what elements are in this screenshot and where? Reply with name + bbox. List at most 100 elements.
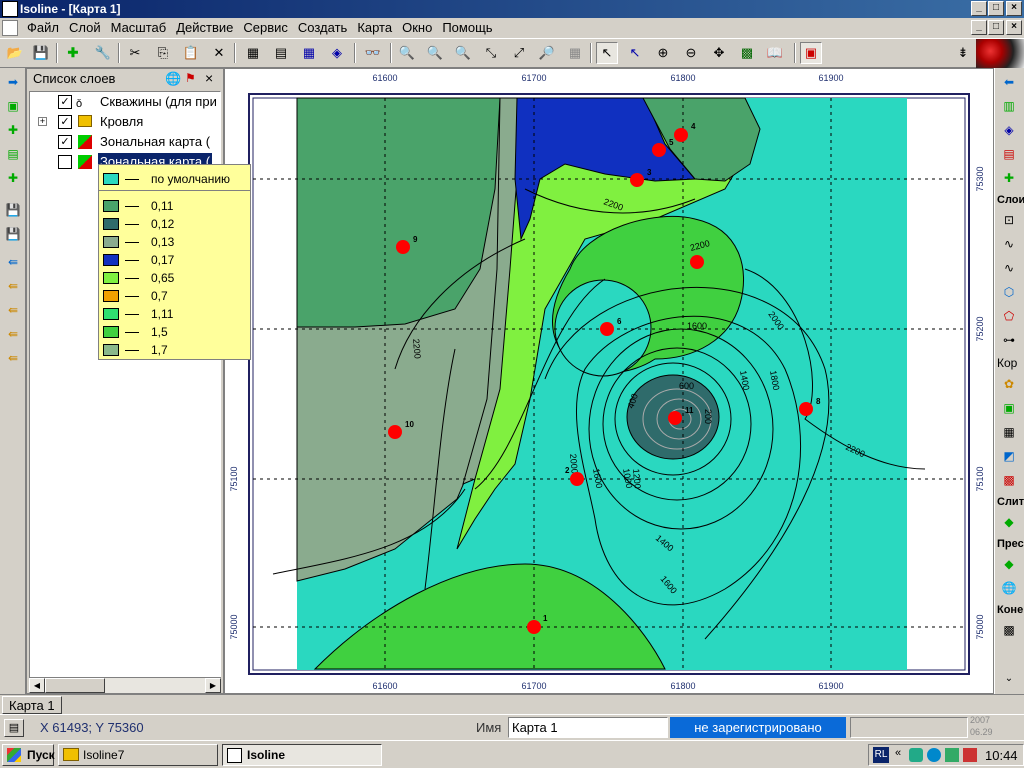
status-menu-icon[interactable]: ▤ bbox=[4, 719, 24, 737]
menu-item[interactable]: Сервис bbox=[238, 18, 293, 38]
heat-tool-icon[interactable]: ▩ bbox=[999, 470, 1019, 490]
shrink-icon[interactable]: ⤡ bbox=[480, 42, 502, 64]
zoom-query-icon[interactable]: 🔎 bbox=[536, 42, 558, 64]
map-svg[interactable]: 61600 61700 61800 61900 61600 61700 6180… bbox=[225, 69, 993, 693]
layer-tool-icon[interactable]: ▥ bbox=[999, 96, 1019, 116]
layer-checkbox[interactable]: ✓ bbox=[58, 95, 72, 109]
expand-icon[interactable]: ⤢ bbox=[508, 42, 530, 64]
language-indicator[interactable]: RL bbox=[873, 747, 889, 763]
paste-icon[interactable]: 📋 bbox=[180, 42, 202, 64]
pan-icon[interactable]: ✥ bbox=[708, 42, 730, 64]
delete-icon[interactable]: ✕ bbox=[208, 42, 230, 64]
flag-icon[interactable]: ⚑ bbox=[185, 71, 196, 85]
table-icon[interactable]: ▤ bbox=[270, 42, 292, 64]
pres-tool-icon[interactable]: ◆ bbox=[999, 554, 1019, 574]
doc-restore-button[interactable]: □ bbox=[988, 20, 1004, 35]
grid-tool-icon[interactable]: ▦ bbox=[999, 422, 1019, 442]
merge-tool-icon[interactable]: ◆ bbox=[999, 512, 1019, 532]
save-layer-icon[interactable]: 💾 bbox=[3, 200, 23, 220]
copy-icon[interactable]: ⎘ bbox=[152, 42, 174, 64]
panel-close-icon[interactable]: × bbox=[205, 70, 213, 86]
grid-toggle-icon[interactable]: ▦ bbox=[564, 42, 586, 64]
layer-item[interactable]: ✓ ǒ Скважины (для при bbox=[30, 92, 220, 112]
maximize-button[interactable]: □ bbox=[988, 1, 1004, 16]
menu-item[interactable]: Карта bbox=[352, 18, 397, 38]
tray-icon-1[interactable] bbox=[909, 748, 923, 762]
layer-checkbox[interactable]: ✓ bbox=[58, 115, 72, 129]
import-5-icon[interactable]: ⇚ bbox=[3, 348, 23, 368]
select-arrow-icon[interactable]: ↖ bbox=[596, 42, 618, 64]
task-isoline[interactable]: Isoline bbox=[222, 744, 382, 766]
map-tool-icon[interactable]: ▣ bbox=[999, 398, 1019, 418]
kor-tool-icon[interactable]: ✿ bbox=[999, 374, 1019, 394]
curve-tool-icon[interactable]: ∿ bbox=[999, 234, 1019, 254]
binoculars-icon[interactable]: 👓 bbox=[362, 42, 384, 64]
dock-icon[interactable]: ⇟ bbox=[952, 42, 974, 64]
import-3-icon[interactable]: ⇚ bbox=[3, 300, 23, 320]
task-isoline7[interactable]: Isoline7 bbox=[58, 744, 218, 766]
expand-icon[interactable]: + bbox=[38, 117, 47, 126]
menu-item[interactable]: Создать bbox=[293, 18, 352, 38]
map-grid-icon[interactable]: ▩ bbox=[736, 42, 758, 64]
start-button[interactable]: Пуск bbox=[2, 744, 55, 766]
zoom-in-icon[interactable]: ⊕ bbox=[652, 42, 674, 64]
points-tool-icon[interactable]: ◈ bbox=[999, 120, 1019, 140]
color-icon[interactable]: ▣ bbox=[800, 42, 822, 64]
close-button[interactable]: × bbox=[1006, 1, 1022, 16]
menu-item[interactable]: Действие bbox=[171, 18, 238, 38]
scroll-right-icon[interactable]: ▶ bbox=[205, 678, 221, 693]
layer-checkbox[interactable] bbox=[58, 155, 72, 169]
add-well-layer-icon[interactable]: ▣ bbox=[3, 96, 23, 116]
scroll-thumb[interactable] bbox=[45, 678, 105, 693]
mesh-tool-icon[interactable]: ▩ bbox=[999, 620, 1019, 640]
zoom-out-icon[interactable]: ⊖ bbox=[680, 42, 702, 64]
zoom-all-icon[interactable]: 🔍 bbox=[396, 42, 418, 64]
stair-tool-icon[interactable]: ◩ bbox=[999, 446, 1019, 466]
doc-minimize-button[interactable]: _ bbox=[971, 20, 987, 35]
save-as-layer-icon[interactable]: 💾 bbox=[3, 224, 23, 244]
points-icon[interactable]: ◈ bbox=[326, 42, 348, 64]
tray-icon-2[interactable] bbox=[927, 748, 941, 762]
globe-icon[interactable]: 🌐 bbox=[165, 71, 181, 87]
doc-close-button[interactable]: × bbox=[1006, 20, 1022, 35]
tray-icon-3[interactable] bbox=[945, 748, 959, 762]
horizontal-scrollbar[interactable]: ◀ ▶ bbox=[29, 677, 221, 693]
bar-tool-icon[interactable]: ▤ bbox=[999, 144, 1019, 164]
arrow-right-icon[interactable]: ➡ bbox=[3, 72, 23, 92]
select-tool-icon[interactable]: ⊡ bbox=[999, 210, 1019, 230]
menu-item[interactable]: Окно bbox=[397, 18, 437, 38]
menu-item[interactable]: Файл bbox=[22, 18, 64, 38]
add-layer-icon[interactable]: ✚ bbox=[62, 42, 84, 64]
map-canvas[interactable]: 61600 61700 61800 61900 61600 61700 6180… bbox=[224, 68, 994, 694]
zoom-window-icon[interactable]: 🔍 bbox=[424, 42, 446, 64]
open-icon[interactable]: 📂 bbox=[4, 42, 26, 64]
polygon-tool-icon[interactable]: ⬠ bbox=[999, 306, 1019, 326]
layer-item[interactable]: ✓ Зональная карта ( bbox=[30, 132, 220, 152]
grid-icon[interactable]: ▦ bbox=[298, 42, 320, 64]
tray-expand-icon[interactable]: « bbox=[895, 747, 901, 759]
wrench-icon[interactable]: 🔧 bbox=[92, 42, 114, 64]
arrow-left-icon[interactable]: ⬅ bbox=[999, 72, 1019, 92]
menu-item[interactable]: Масштаб bbox=[106, 18, 172, 38]
layer-checkbox[interactable]: ✓ bbox=[58, 135, 72, 149]
layer-item[interactable]: + ✓ Кровля bbox=[30, 112, 220, 132]
doc-icon[interactable] bbox=[2, 20, 18, 36]
globe-tool-icon[interactable]: 🌐 bbox=[999, 578, 1019, 598]
menu-item[interactable]: Слой bbox=[64, 18, 106, 38]
menu-item[interactable]: Помощь bbox=[437, 18, 497, 38]
properties-icon[interactable]: ▦ bbox=[242, 42, 264, 64]
tree-tool-icon[interactable]: ⊶ bbox=[999, 330, 1019, 350]
save-icon[interactable]: 💾 bbox=[30, 42, 52, 64]
import-icon[interactable]: ⇚ bbox=[3, 252, 23, 272]
add-point-layer-icon[interactable]: ✚ bbox=[3, 168, 23, 188]
curve-2-tool-icon[interactable]: ∿ bbox=[999, 258, 1019, 278]
add-grid-layer-icon[interactable]: ▤ bbox=[3, 144, 23, 164]
zoom-region-icon[interactable]: 🔍 bbox=[452, 42, 474, 64]
node-tool-icon[interactable]: ⬡ bbox=[999, 282, 1019, 302]
plus-tool-icon[interactable]: ✚ bbox=[999, 168, 1019, 188]
import-2-icon[interactable]: ⇚ bbox=[3, 276, 23, 296]
book-icon[interactable]: 📖 bbox=[764, 42, 786, 64]
cut-icon[interactable]: ✂ bbox=[124, 42, 146, 64]
more-tools-icon[interactable]: ⌄ bbox=[999, 668, 1019, 688]
tab-karta-1[interactable]: Карта 1 bbox=[2, 696, 62, 714]
